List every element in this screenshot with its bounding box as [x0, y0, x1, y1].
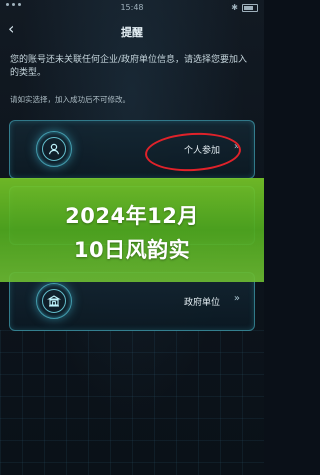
page-title: 提醒 [121, 26, 143, 39]
icon-ring [36, 131, 72, 167]
option-label: 政府单位 [183, 298, 220, 308]
status-right: ✱ [231, 3, 258, 12]
banner-line-2: 10日风韵实 [73, 238, 191, 262]
chevron-right-icon: » [233, 293, 240, 304]
overlay-banner: 2024年12月 10日风韵实 [0, 178, 264, 282]
notice-text: 您的账号还未关联任何企业/政府单位信息，请选择您要加入的类型。 [10, 55, 248, 78]
person-icon [42, 137, 66, 161]
battery-icon [242, 3, 258, 12]
icon-ring [36, 283, 72, 319]
background-grid [0, 330, 264, 475]
government-building-icon [42, 289, 66, 313]
status-time: 15:48 [120, 3, 144, 12]
app-screen: 15:48 ✱ ‹ 提醒 您的账号还未关联任何企业/政府单位信息，请选择您要加入… [0, 0, 264, 475]
banner-line-1: 2024年12月 [65, 204, 199, 228]
nav-bar: ‹ 提醒 [0, 18, 264, 42]
status-bar: 15:48 ✱ [0, 0, 264, 16]
bluetooth-icon: ✱ [231, 3, 238, 12]
hint-text: 请如实选择，加入成功后不可修改。 [10, 95, 130, 104]
